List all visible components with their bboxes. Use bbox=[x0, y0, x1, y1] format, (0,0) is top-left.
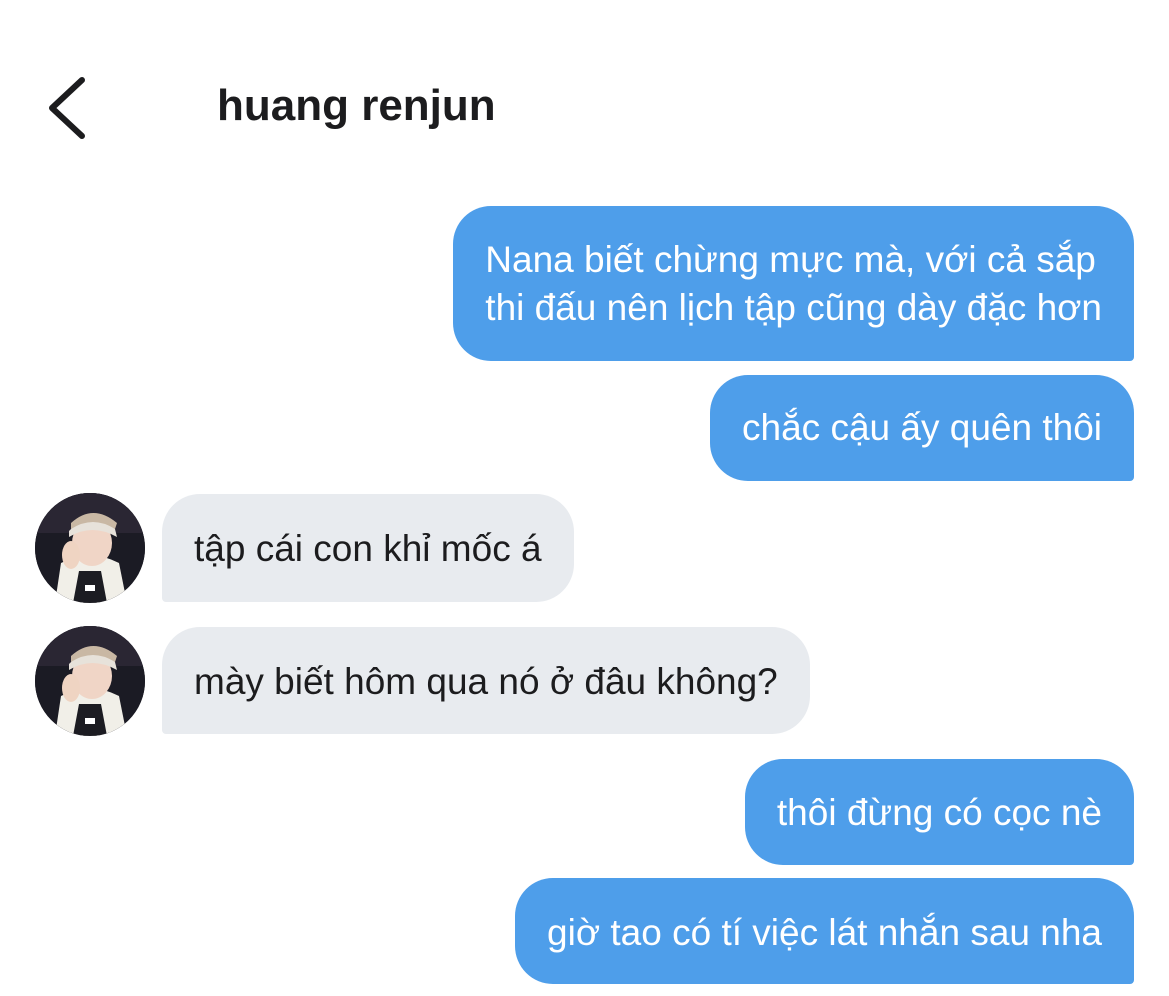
outgoing-message-bubble[interactable]: chắc cậu ấy quên thôi bbox=[710, 375, 1134, 481]
outgoing-message-bubble[interactable]: Nana biết chừng mực mà, với cả sắp thi đ… bbox=[453, 206, 1134, 361]
outgoing-message-bubble[interactable]: thôi đừng có cọc nè bbox=[744, 759, 1134, 865]
incoming-message-bubble[interactable]: mày biết hôm qua nó ở đâu không? bbox=[162, 627, 810, 734]
message-text-line: chắc cậu ấy quên thôi bbox=[742, 407, 1102, 448]
message-text-line: thi đấu nên lịch tập cũng dày đặc hơn bbox=[485, 287, 1102, 328]
message-thread: Nana biết chừng mực mà, với cả sắp thi đ… bbox=[0, 0, 1169, 996]
avatar-image bbox=[35, 626, 145, 736]
message-text-line: Nana biết chừng mực mà, với cả sắp bbox=[485, 239, 1096, 280]
avatar-image bbox=[35, 493, 145, 603]
message-text-line: giờ tao có tí việc lát nhắn sau nha bbox=[547, 912, 1102, 953]
contact-avatar[interactable] bbox=[35, 493, 145, 603]
message-text-line: mày biết hôm qua nó ở đâu không? bbox=[194, 661, 778, 702]
contact-avatar[interactable] bbox=[35, 626, 145, 736]
message-text-line: thôi đừng có cọc nè bbox=[776, 792, 1102, 833]
incoming-message-bubble[interactable]: tập cái con khỉ mốc á bbox=[162, 494, 574, 602]
message-text-line: tập cái con khỉ mốc á bbox=[194, 528, 542, 569]
outgoing-message-bubble[interactable]: giờ tao có tí việc lát nhắn sau nha bbox=[515, 878, 1134, 984]
